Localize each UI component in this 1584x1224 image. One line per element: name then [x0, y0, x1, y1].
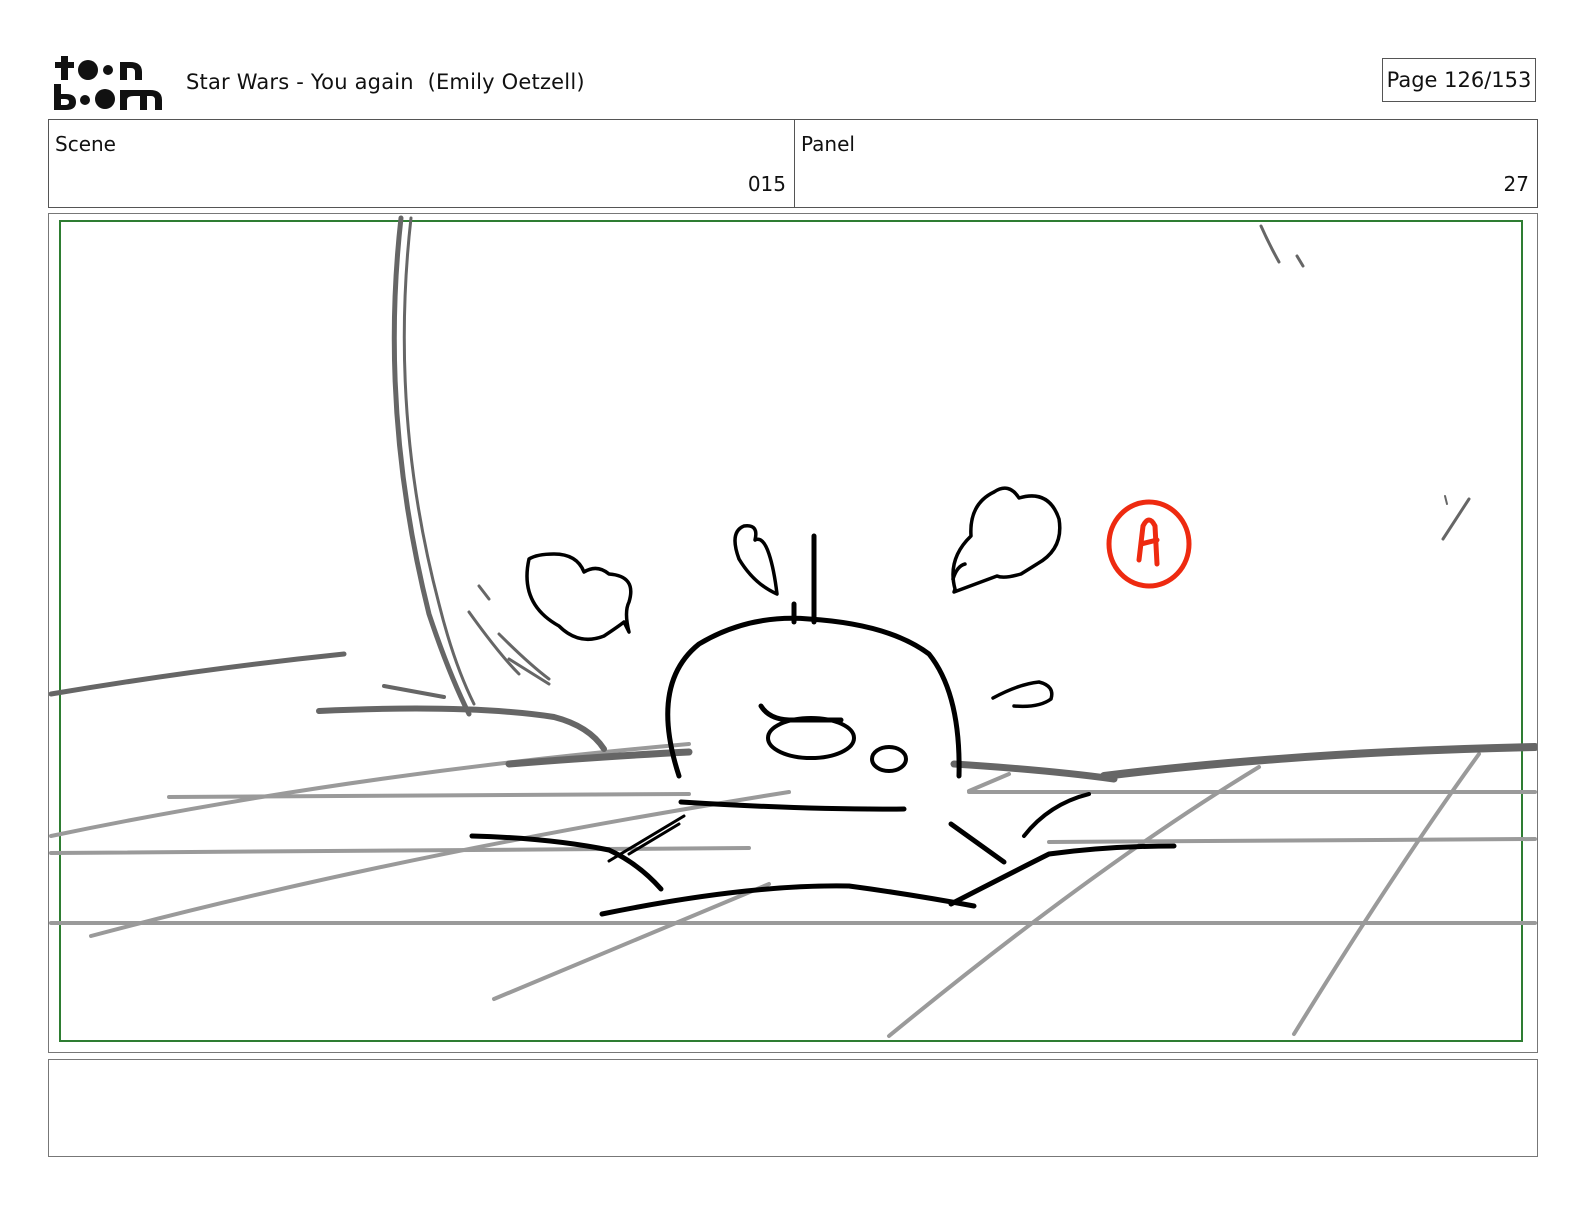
toon-boom-logo: toon [54, 56, 162, 110]
scene-cell: Scene 015 [49, 120, 795, 207]
marker-a [1106, 499, 1192, 589]
scene-label: Scene [55, 132, 116, 156]
page-indicator: Page 126/153 [1382, 58, 1536, 102]
scene-panel-info: Scene 015 Panel 27 [48, 119, 1538, 208]
background-rough [49, 215, 1537, 783]
panel-cell: Panel 27 [795, 120, 1537, 207]
dust-puffs [525, 486, 1062, 709]
panel-number: 27 [1503, 172, 1529, 196]
notes-box [48, 1059, 1538, 1157]
scene-number: 015 [747, 172, 786, 196]
storyboard-title: Star Wars - You again (Emily Oetzell) [186, 70, 585, 94]
storyboard-frame [48, 213, 1538, 1053]
sketch-artwork [49, 215, 1537, 1042]
panel-label: Panel [801, 132, 855, 156]
safe-area-border [59, 220, 1523, 1042]
floor-grid [49, 742, 1537, 1038]
